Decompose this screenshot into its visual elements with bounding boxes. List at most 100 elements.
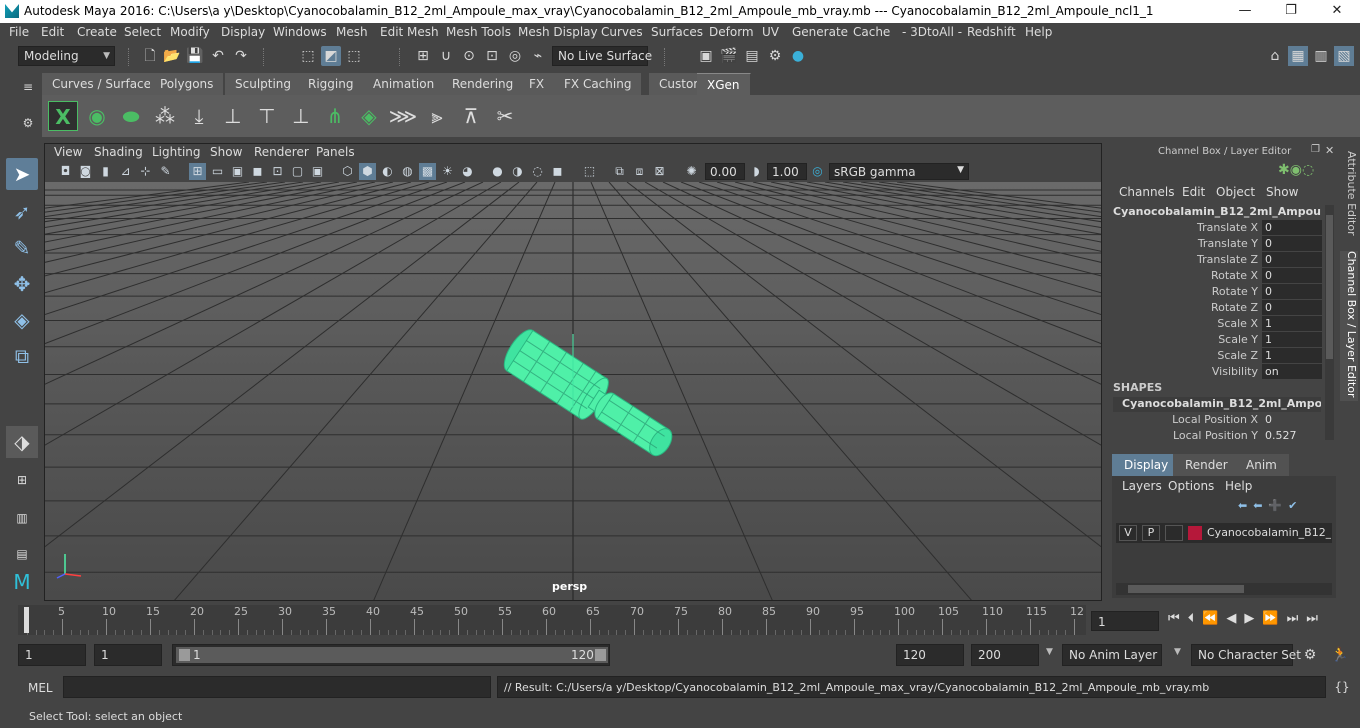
channel-box-scrollbar[interactable] <box>1325 205 1334 440</box>
xray-joints-icon[interactable]: ⧉ <box>611 163 628 180</box>
channel-box-toggle-icon[interactable]: ▧ <box>1334 46 1354 66</box>
attr-value[interactable]: 0 <box>1262 300 1322 315</box>
menu-edit[interactable]: Edit <box>41 25 64 39</box>
attr-value[interactable]: 1 <box>1262 332 1322 347</box>
layers-icon[interactable]: ◈ <box>354 101 384 131</box>
select-object-icon[interactable]: ◩ <box>321 46 341 66</box>
menu-help[interactable]: Help <box>1025 25 1052 39</box>
chevron-down-icon[interactable]: ▼ <box>1174 647 1181 657</box>
select-tool-icon[interactable]: ➤ <box>6 158 38 190</box>
shelf-settings-icon[interactable]: ⚙ <box>18 113 38 133</box>
workspace-icon[interactable]: ⌂ <box>1265 46 1285 66</box>
attr-row-scale-y[interactable]: Scale Y 1 <box>1110 332 1323 348</box>
cut-icon[interactable]: ⊼ <box>456 101 486 131</box>
attr-value[interactable]: 0 <box>1262 412 1322 427</box>
menu-display[interactable]: Display <box>221 25 265 39</box>
lasso-tool-icon[interactable]: ➶ <box>6 196 38 228</box>
character-set-dropdown[interactable]: No Character Set <box>1191 644 1301 666</box>
float-panel-icon[interactable]: ❐ <box>1311 144 1323 156</box>
single-perspective-layout-icon[interactable]: ⬗ <box>6 426 38 458</box>
open-scene-icon[interactable]: 📂 <box>162 46 182 66</box>
xray-active-icon[interactable]: ⧈ <box>631 163 648 180</box>
snap-view-icon[interactable]: ⊡ <box>482 46 502 66</box>
menu-file[interactable]: File <box>9 25 29 39</box>
attr-value[interactable]: 0.527 <box>1262 428 1322 443</box>
attribute-editor-tab[interactable]: Attribute Editor <box>1340 151 1358 243</box>
shelf-tab-animation[interactable]: Animation <box>363 73 446 95</box>
layer-tab-render[interactable]: Render <box>1173 454 1240 476</box>
snap-surface-icon[interactable]: ◎ <box>505 46 525 66</box>
animation-end-field[interactable]: 200 <box>971 644 1039 666</box>
object-menu[interactable]: Object <box>1216 185 1255 199</box>
command-language-label[interactable]: MEL <box>28 681 53 695</box>
field-chart-icon[interactable]: ⊡ <box>269 163 286 180</box>
redo-icon[interactable]: ↷ <box>231 46 251 66</box>
menu-select[interactable]: Select <box>124 25 161 39</box>
minimize-button[interactable]: — <box>1222 0 1268 23</box>
select-hierarchy-icon[interactable]: ⬚ <box>298 46 318 66</box>
make-live-icon[interactable]: ⌁ <box>528 46 548 66</box>
playback-controls[interactable]: ⏮⏴⏪◀▶⏩⏭⏭ <box>1168 611 1352 631</box>
layer-name[interactable]: Cyanocobalamin_B12_2m <box>1207 526 1331 539</box>
layer-help-menu[interactable]: Help <box>1225 479 1252 493</box>
shelf-tab-fx-caching[interactable]: FX Caching <box>554 73 643 95</box>
sweep-icon[interactable]: ✂ <box>490 101 520 131</box>
close-button[interactable]: ✕ <box>1314 0 1360 23</box>
auto-key-icon[interactable]: ⚙ <box>1300 645 1320 665</box>
attr-row-translate-z[interactable]: Translate Z 0 <box>1110 252 1323 268</box>
outliner-layout-icon[interactable]: ▥ <box>6 502 38 534</box>
live-surface-field[interactable]: No Live Surface <box>552 46 652 66</box>
scrollbar-thumb[interactable] <box>1326 215 1333 359</box>
layer-tab-anim[interactable]: Anim <box>1234 454 1289 476</box>
guide-lock-icon[interactable]: ⊥ <box>286 101 316 131</box>
menu-deform[interactable]: Deform <box>709 25 754 39</box>
scatter-icon[interactable]: ⁂ <box>150 101 180 131</box>
render-settings-icon[interactable]: ⚙ <box>765 46 785 66</box>
image-plane-icon[interactable]: ⊿ <box>117 163 134 180</box>
menu-redshift[interactable]: Redshift <box>967 25 1016 39</box>
down-arrow-icon[interactable]: ⤓ <box>184 101 214 131</box>
modeling-toolkit-icon[interactable]: ▦ <box>1288 46 1308 66</box>
motion-blur-icon[interactable]: ◑ <box>509 163 526 180</box>
animation-start-field[interactable]: 1 <box>18 644 86 666</box>
layer-action-icons[interactable]: ⬅⬅➕✔ <box>1238 499 1328 512</box>
close-panel-icon[interactable]: ✕ <box>1325 144 1337 157</box>
grass-icon[interactable]: ⋔ <box>320 101 350 131</box>
viewport-menu-shading[interactable]: Shading <box>94 145 143 159</box>
viewport-menu-panels[interactable]: Panels <box>316 145 355 159</box>
gamma-field[interactable]: 1.00 <box>767 163 807 180</box>
guide-eye-icon[interactable]: ⊤ <box>252 101 282 131</box>
range-start-handle[interactable] <box>179 649 190 661</box>
layer-color-swatch[interactable] <box>1188 526 1202 540</box>
perspective-viewport[interactable]: persp <box>45 182 1101 600</box>
channels-menu[interactable]: Channels <box>1119 185 1175 199</box>
layer-reference-toggle[interactable] <box>1165 525 1183 541</box>
menu-uv[interactable]: UV <box>762 25 779 39</box>
shelf-tab-rigging[interactable]: Rigging <box>298 73 365 95</box>
smooth-shade-icon[interactable]: ⬢ <box>359 163 376 180</box>
gate-mask-icon[interactable]: ◼ <box>249 163 266 180</box>
move-tool-icon[interactable]: ✥ <box>6 268 38 300</box>
scrollbar-thumb[interactable] <box>1128 585 1244 593</box>
shelf-tab-xgen[interactable]: XGen <box>697 73 751 95</box>
shelf-menu-icon[interactable]: ≡ <box>18 77 38 97</box>
menu-create[interactable]: Create <box>77 25 117 39</box>
isolate-select-icon[interactable]: ⬚ <box>581 163 598 180</box>
exposure-icon[interactable]: ✺ <box>683 163 700 180</box>
eye-icon[interactable]: ◉ <box>82 101 112 131</box>
options-menu[interactable]: Options <box>1168 479 1214 493</box>
attr-value[interactable]: 1 <box>1262 316 1322 331</box>
wireframe-icon[interactable]: ⬡ <box>339 163 356 180</box>
attr-row-rotate-z[interactable]: Rotate Z 0 <box>1110 300 1323 316</box>
menu-3dtoall[interactable]: - 3DtoAll - <box>902 25 962 39</box>
menu-mesh-tools[interactable]: Mesh Tools <box>446 25 511 39</box>
shelf-tab-polygons[interactable]: Polygons <box>150 73 225 95</box>
rotate-tool-icon[interactable]: ◈ <box>6 304 38 336</box>
2d-pan-zoom-icon[interactable]: ⊹ <box>137 163 154 180</box>
attr-value[interactable]: 0 <box>1262 220 1322 235</box>
grid-toggle-icon[interactable]: ⊞ <box>189 163 206 180</box>
layers-menu[interactable]: Layers <box>1122 479 1162 493</box>
color-management-icon[interactable]: ◎ <box>809 163 826 180</box>
command-input[interactable] <box>63 676 491 698</box>
layer-visibility-toggle[interactable]: V <box>1119 525 1137 541</box>
